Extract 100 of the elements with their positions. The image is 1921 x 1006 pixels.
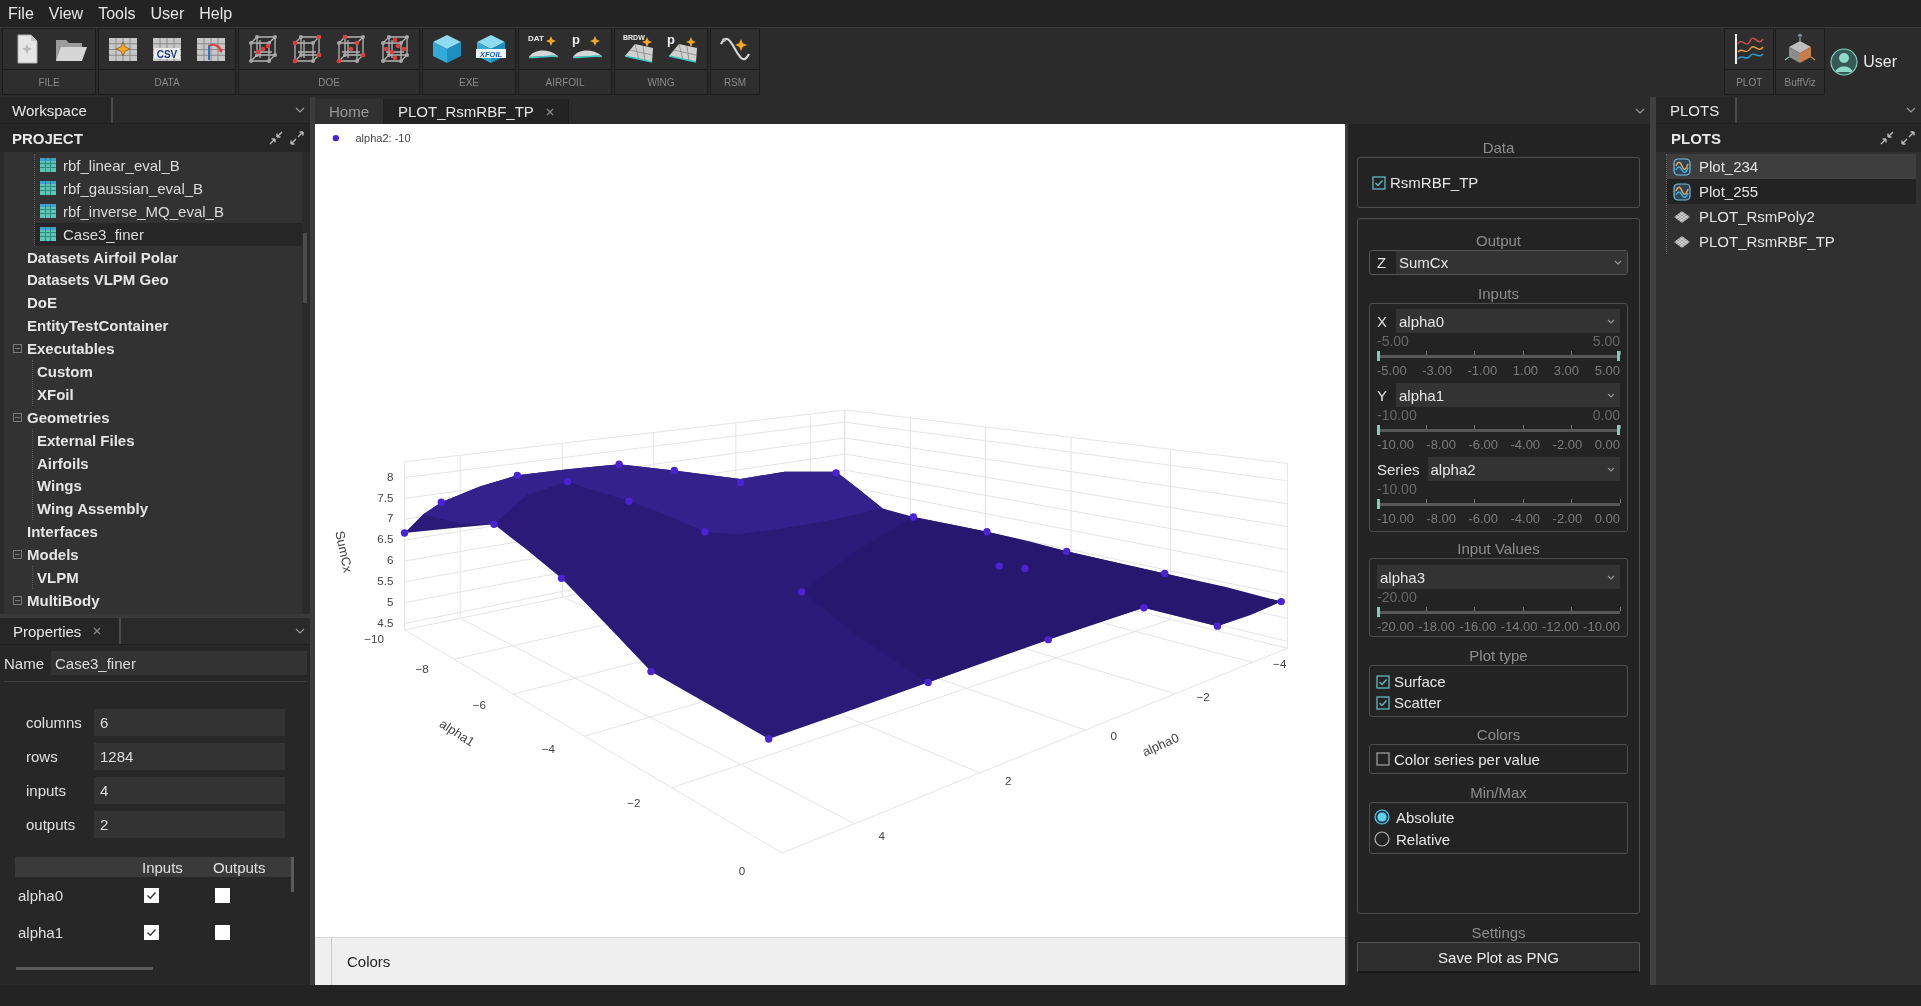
- legend-label[interactable]: alpha2: -10: [355, 132, 411, 145]
- tree-item[interactable]: Case3_finer: [35, 222, 302, 246]
- tree-item[interactable]: rbf_gaussian_eval_B: [35, 176, 302, 200]
- tree-item[interactable]: Executables: [4, 337, 302, 360]
- menu-item[interactable]: User: [150, 4, 185, 23]
- tree-item[interactable]: Geometries: [4, 405, 302, 429]
- group-label: PLOT: [1725, 69, 1774, 94]
- radio-button[interactable]: [1374, 809, 1390, 825]
- tree-item[interactable]: XFoil: [33, 382, 302, 406]
- tree-item[interactable]: EntityTestContainer: [4, 314, 302, 338]
- panel-tab[interactable]: PLOTS: [1656, 97, 1738, 123]
- tick-label: 5.00: [1594, 363, 1620, 379]
- checkbox[interactable]: [1376, 752, 1390, 766]
- scrollbar[interactable]: [291, 857, 294, 892]
- checkbox[interactable]: [1376, 695, 1390, 710]
- save-button[interactable]: Save Plot as PNG: [1357, 942, 1640, 973]
- toolbar-button[interactable]: DAT: [521, 30, 565, 68]
- collapse-icon[interactable]: [1879, 130, 1895, 146]
- text-field[interactable]: 1284: [94, 743, 285, 770]
- dropdown[interactable]: alpha3: [1377, 565, 1620, 589]
- slider-handle[interactable]: [1377, 607, 1380, 617]
- tree-item[interactable]: MultiBody: [4, 588, 302, 612]
- menu-item[interactable]: Tools: [98, 4, 136, 23]
- close-icon[interactable]: [545, 107, 554, 116]
- text-field[interactable]: 4: [94, 777, 285, 804]
- expander-icon[interactable]: [13, 412, 22, 422]
- tick-label: -16.00: [1459, 619, 1497, 635]
- range-value: 0.00: [1592, 407, 1620, 423]
- chevron-down-icon[interactable]: [295, 628, 305, 634]
- text-field[interactable]: 2: [94, 811, 285, 838]
- tree-item[interactable]: Interfaces: [4, 520, 302, 544]
- dropdown[interactable]: alpha0: [1396, 309, 1620, 333]
- tree-item[interactable]: Wing Assembly: [33, 497, 302, 521]
- checkbox[interactable]: [144, 888, 159, 903]
- checkbox[interactable]: [215, 888, 230, 903]
- chevron-down-icon[interactable]: [295, 107, 305, 113]
- tree-item[interactable]: DoE: [4, 291, 302, 315]
- plot-list-item[interactable]: Plot_234: [1667, 154, 1916, 179]
- expand-icon[interactable]: [289, 130, 305, 146]
- tree-item[interactable]: Datasets Airfoil Polar: [4, 245, 302, 269]
- plot-list-item[interactable]: Plot_255: [1667, 179, 1916, 204]
- toolbar-button[interactable]: p: [565, 30, 609, 68]
- user-avatar-icon: [1830, 47, 1859, 76]
- axis-tick-label: 6: [387, 553, 394, 567]
- chevron-down-icon[interactable]: [1635, 107, 1645, 114]
- user-button[interactable]: User: [1826, 28, 1921, 95]
- toolbar-button[interactable]: p: [661, 30, 705, 68]
- tree-item[interactable]: rbf_inverse_MQ_eval_B: [35, 199, 302, 223]
- tree-item[interactable]: Datasets VLPM Geo: [4, 268, 302, 292]
- text-field[interactable]: Case3_finer: [51, 651, 307, 675]
- panel-title[interactable]: Colors: [347, 953, 391, 970]
- tree-item[interactable]: VLPM: [33, 566, 302, 589]
- slider-track[interactable]: [1377, 605, 1620, 619]
- checkbox[interactable]: [1372, 175, 1386, 190]
- panel-tab[interactable]: Properties: [0, 618, 122, 644]
- slider-handle[interactable]: [1377, 425, 1380, 435]
- slider-track[interactable]: [1377, 349, 1620, 363]
- editor-tab[interactable]: PLOT_RsmRBF_TP: [384, 99, 569, 124]
- menu-item[interactable]: View: [48, 4, 84, 23]
- tree-item[interactable]: Airfoils: [33, 451, 302, 475]
- group-title: Settings: [1470, 923, 1527, 942]
- menu-item[interactable]: File: [8, 4, 34, 23]
- plot-list-item[interactable]: PLOT_RsmRBF_TP: [1667, 229, 1916, 254]
- collapse-icon[interactable]: [268, 130, 284, 146]
- editor-tab[interactable]: Home: [315, 99, 384, 124]
- scrollbar[interactable]: [16, 967, 153, 970]
- dropdown[interactable]: alpha1: [1396, 383, 1620, 407]
- chevron-down-icon: [1614, 260, 1622, 265]
- radio-button[interactable]: [1374, 831, 1390, 847]
- slider-handle[interactable]: [1377, 351, 1380, 361]
- slider-handle[interactable]: [1617, 425, 1620, 435]
- dropdown[interactable]: SumCx: [1396, 251, 1627, 274]
- checkbox[interactable]: [1376, 674, 1390, 689]
- text-field[interactable]: 6: [94, 709, 285, 736]
- checkbox[interactable]: [215, 925, 230, 940]
- expand-icon[interactable]: [1900, 130, 1916, 146]
- panel-tab[interactable]: Workspace: [0, 97, 113, 123]
- dropdown[interactable]: alpha2: [1427, 457, 1620, 481]
- expander-icon[interactable]: [13, 595, 22, 605]
- menu-item[interactable]: Help: [199, 4, 233, 23]
- toolbar-button[interactable]: CSV: [145, 30, 189, 68]
- tree-item[interactable]: Wings: [33, 474, 302, 498]
- tree-item[interactable]: External Files: [33, 428, 302, 452]
- close-icon[interactable]: [93, 627, 102, 635]
- slider-track[interactable]: [1377, 423, 1620, 437]
- tree-item[interactable]: Custom: [33, 360, 302, 383]
- slider-track[interactable]: [1377, 497, 1620, 511]
- slider-handle[interactable]: [1377, 499, 1380, 509]
- expander-icon[interactable]: [13, 550, 22, 560]
- checkbox[interactable]: [144, 925, 159, 940]
- tree-item[interactable]: Models: [4, 543, 302, 567]
- icon-text: CSV: [156, 48, 178, 60]
- slider-handle[interactable]: [1617, 351, 1620, 361]
- tree-item[interactable]: rbf_linear_eval_B: [35, 154, 302, 177]
- tick-label: -2.00: [1552, 511, 1583, 527]
- chevron-down-icon[interactable]: [1906, 107, 1916, 113]
- tick-label: -14.00: [1500, 619, 1538, 635]
- expander-icon[interactable]: [13, 344, 22, 354]
- plot-list-item[interactable]: PLOT_RsmPoly2: [1667, 204, 1916, 229]
- tick-label: -4.00: [1510, 511, 1541, 527]
